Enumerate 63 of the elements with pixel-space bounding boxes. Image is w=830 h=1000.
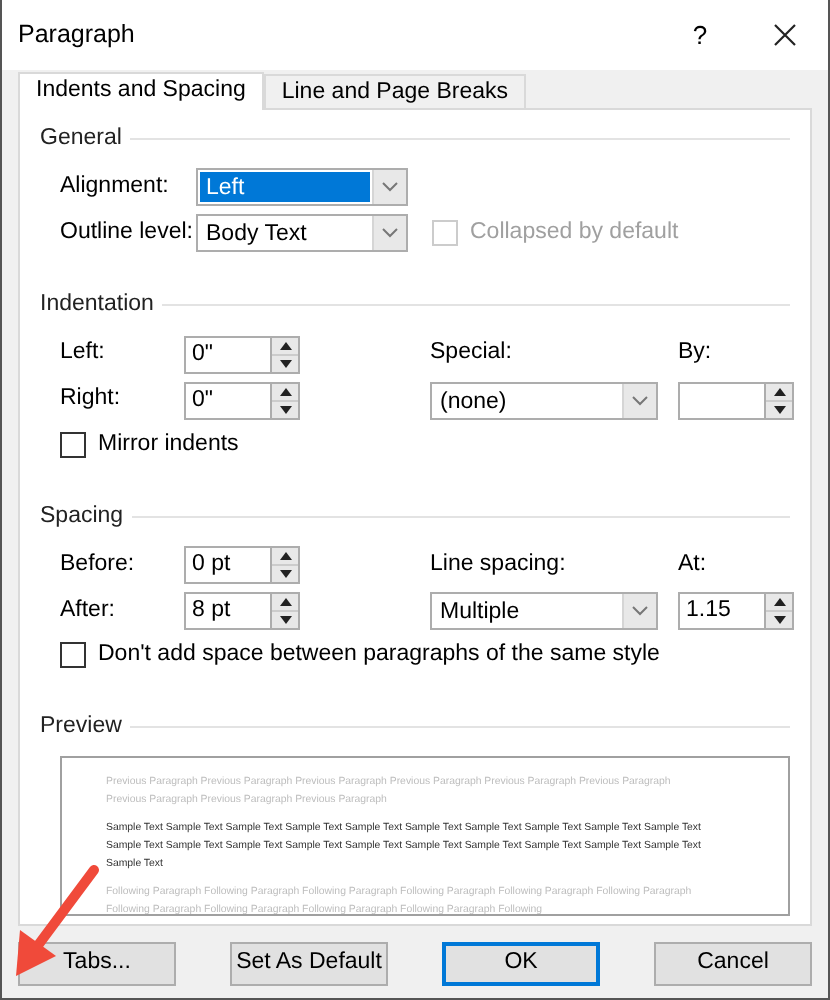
up-arrow-icon: [773, 387, 785, 395]
spin-up-button[interactable]: [766, 383, 792, 401]
help-button[interactable]: ?: [660, 15, 740, 55]
spin-up-button[interactable]: [272, 593, 298, 612]
down-arrow-icon: [773, 405, 785, 413]
down-arrow-icon: [773, 615, 785, 624]
down-arrow-icon: [279, 405, 291, 413]
field-label: At:: [678, 549, 709, 580]
checkbox[interactable]: [60, 642, 86, 669]
group-title: Indentation: [40, 290, 154, 321]
group-title: Preview: [40, 711, 122, 742]
chevron-down-icon: [632, 395, 648, 405]
checkbox-label: Collapsed by default: [470, 218, 679, 249]
chevron-down-icon: [382, 182, 398, 193]
down-arrow-icon: [279, 569, 291, 578]
field-label: Before:: [60, 549, 137, 580]
input-field[interactable]: 0": [184, 381, 272, 419]
dropdown-value: Left: [200, 172, 370, 203]
spin-up-button[interactable]: [272, 337, 298, 355]
chevron-down-icon: [382, 228, 398, 239]
dialog-button[interactable]: OK: [442, 942, 600, 986]
up-arrow-icon: [279, 387, 291, 395]
group-title: General: [40, 124, 122, 154]
field-label: By:: [678, 338, 714, 369]
group-title: Spacing: [40, 501, 124, 531]
window-title: Paragraph: [18, 18, 137, 53]
input-field[interactable]: [678, 381, 766, 419]
spin-up-button[interactable]: [766, 593, 792, 612]
dropdown-value: Body Text: [204, 220, 309, 249]
input-field[interactable]: 0 pt: [184, 545, 272, 584]
field-label: Left:: [60, 338, 107, 369]
field-label: Special:: [430, 338, 514, 369]
field-label: Outline level:: [60, 218, 195, 249]
field-label: Alignment:: [60, 172, 171, 203]
dialog-button[interactable]: Set As Default: [230, 942, 388, 986]
close-icon: [773, 24, 795, 46]
input-field[interactable]: 1.15: [678, 591, 766, 630]
up-arrow-icon: [279, 551, 291, 560]
spin-up-button[interactable]: [272, 383, 298, 401]
dropdown[interactable]: Left: [196, 168, 408, 207]
down-arrow-icon: [279, 359, 291, 367]
spin-up-button[interactable]: [272, 547, 298, 566]
checkbox-label: Don't add space between paragraphs of the same style: [98, 640, 660, 671]
down-arrow-icon: [279, 615, 291, 624]
up-arrow-icon: [279, 341, 291, 349]
checkbox[interactable]: [60, 432, 86, 458]
dropdown[interactable]: Body Text: [196, 214, 408, 253]
dropdown-value: Multiple: [438, 597, 522, 626]
dropdown[interactable]: (none): [430, 381, 658, 419]
checkbox-label: Mirror indents: [98, 429, 239, 460]
dropdown-value: (none): [438, 387, 509, 415]
tab[interactable]: Indents and Spacing: [18, 72, 264, 110]
up-arrow-icon: [773, 597, 785, 606]
input-field[interactable]: 0": [184, 335, 272, 373]
up-arrow-icon: [279, 597, 291, 606]
field-label: After:: [60, 595, 117, 626]
tab[interactable]: Line and Page Breaks: [263, 74, 527, 108]
dropdown[interactable]: Multiple: [430, 591, 658, 630]
field-label: Right:: [60, 384, 123, 415]
input-field[interactable]: 8 pt: [184, 591, 272, 630]
dialog-button[interactable]: Cancel: [654, 942, 812, 986]
chevron-down-icon: [632, 605, 648, 616]
field-label: Line spacing:: [430, 549, 568, 580]
